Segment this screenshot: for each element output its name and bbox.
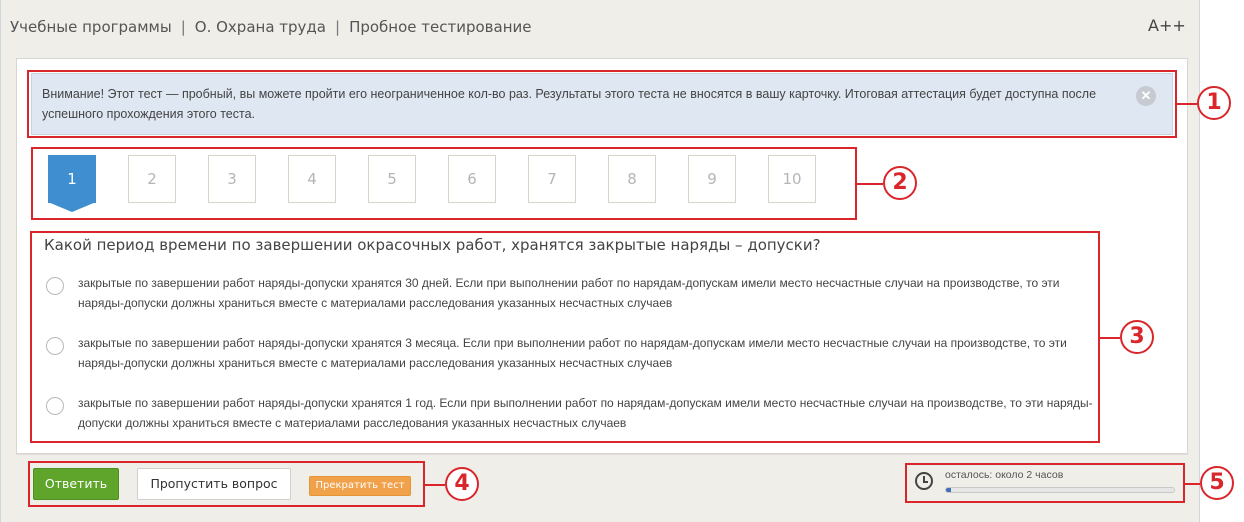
- font-size-button[interactable]: A++: [1148, 16, 1186, 35]
- breadcrumb-separator: |: [180, 18, 186, 36]
- callout-badge-5: 5: [1200, 466, 1234, 500]
- breadcrumb: Учебные программы | О. Охрана труда | Пробно…: [10, 18, 532, 36]
- breadcrumb-item-current: Пробное тестирование: [349, 18, 532, 36]
- callout-box-notice: [27, 70, 1177, 138]
- callout-box-timer: [905, 463, 1185, 503]
- callout-connector: [857, 183, 883, 185]
- callout-badge-2: 2: [883, 166, 917, 200]
- callout-box-question: [30, 231, 1100, 443]
- callout-badge-3: 3: [1120, 320, 1154, 354]
- callout-box-question-nav: [31, 147, 857, 220]
- callout-box-actions: [28, 461, 425, 507]
- breadcrumb-item-programs[interactable]: Учебные программы: [10, 18, 172, 36]
- callout-badge-1: 1: [1197, 86, 1231, 120]
- callout-badge-4: 4: [445, 467, 479, 501]
- footer-divider: [16, 454, 1188, 455]
- callout-connector: [1185, 483, 1200, 485]
- callout-connector: [425, 484, 445, 486]
- breadcrumb-item-course[interactable]: О. Охрана труда: [195, 18, 326, 36]
- breadcrumb-separator: |: [335, 18, 341, 36]
- callout-connector: [1177, 103, 1197, 105]
- callout-connector: [1100, 337, 1120, 339]
